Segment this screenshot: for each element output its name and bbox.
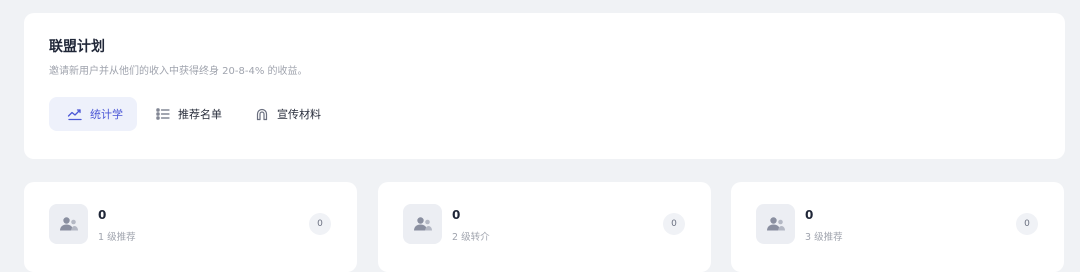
referral-level-3-card: 0 3 级推荐 0 bbox=[731, 182, 1064, 272]
tab-statistics-label: 统计学 bbox=[90, 108, 123, 121]
tab-statistics[interactable]: 统计学 bbox=[49, 97, 137, 131]
level-2-label: 2 级转介 bbox=[452, 232, 490, 243]
referral-level-2-card: 0 2 级转介 0 bbox=[378, 182, 711, 272]
tab-promo-materials-label: 宣传材料 bbox=[277, 108, 321, 121]
magnet-icon bbox=[254, 106, 270, 122]
page-subtitle: 邀请新用户并从他们的收入中获得终身 20-8-4% 的收益。 bbox=[49, 66, 308, 77]
users-icon bbox=[403, 204, 442, 244]
level-1-label: 1 级推荐 bbox=[98, 232, 136, 243]
tab-bar: 统计学 推荐名单 宣传材料 bbox=[49, 97, 335, 131]
level-3-badge: 0 bbox=[1016, 213, 1038, 235]
referral-level-1-card: 0 1 级推荐 0 bbox=[24, 182, 357, 272]
level-3-label: 3 级推荐 bbox=[805, 232, 843, 243]
level-1-badge: 0 bbox=[309, 213, 331, 235]
level-2-count: 0 bbox=[452, 208, 461, 222]
users-icon bbox=[49, 204, 88, 244]
level-3-count: 0 bbox=[805, 208, 814, 222]
users-icon bbox=[756, 204, 795, 244]
level-1-count: 0 bbox=[98, 208, 107, 222]
tab-promo-materials[interactable]: 宣传材料 bbox=[236, 97, 335, 131]
tab-referral-list[interactable]: 推荐名单 bbox=[137, 97, 236, 131]
list-icon bbox=[155, 106, 171, 122]
page-title: 联盟计划 bbox=[49, 39, 105, 55]
trend-chart-icon bbox=[67, 106, 83, 122]
affiliate-program-panel: 联盟计划 邀请新用户并从他们的收入中获得终身 20-8-4% 的收益。 统计学 bbox=[24, 13, 1065, 159]
tab-referral-list-label: 推荐名单 bbox=[178, 108, 222, 121]
level-2-badge: 0 bbox=[663, 213, 685, 235]
